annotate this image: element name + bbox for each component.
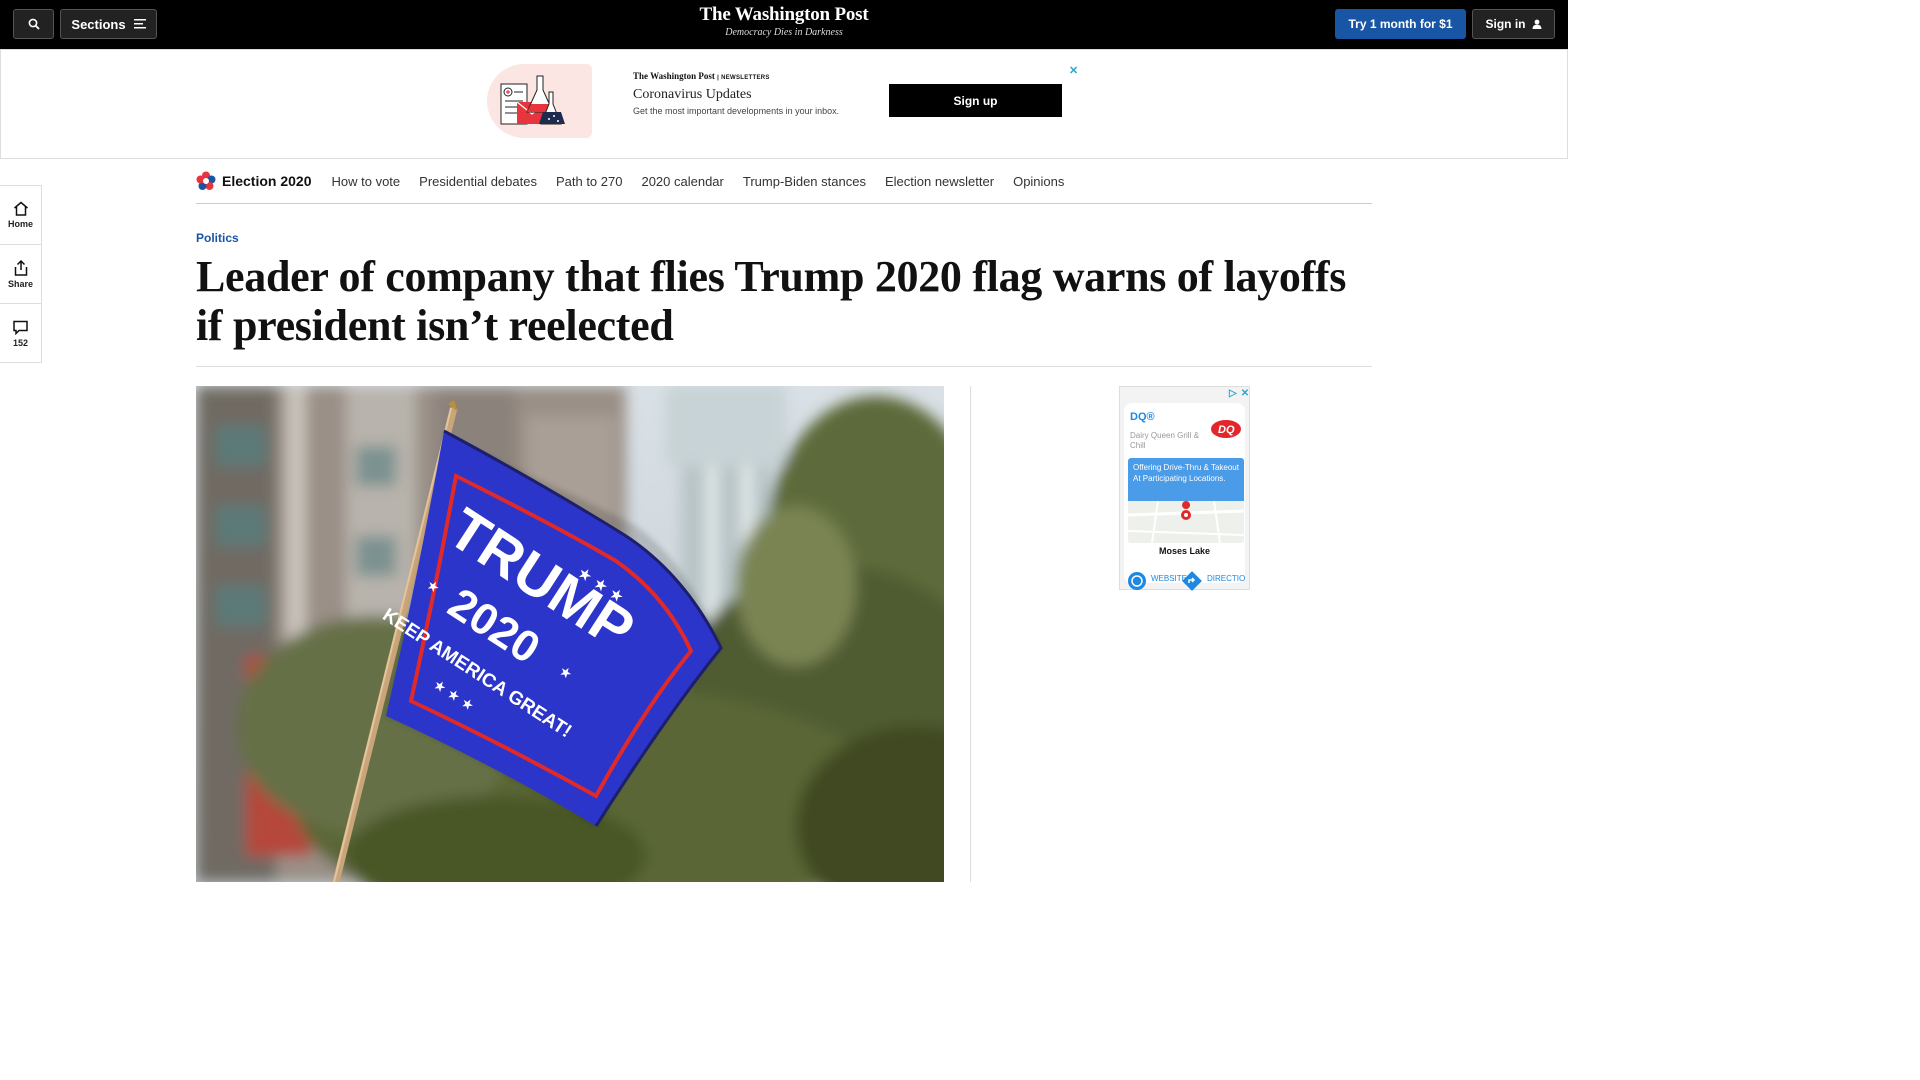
sections-label: Sections <box>71 16 126 32</box>
ad-card: DQ® Dairy Queen Grill & Chill DQ Offerin… <box>1124 403 1245 591</box>
ad-description: Get the most important developments in y… <box>633 106 840 116</box>
subscribe-offer-button[interactable]: Try 1 month for $1 <box>1335 9 1466 39</box>
share-icon <box>14 259 27 276</box>
nav-link-trump-biden-stances[interactable]: Trump-Biden stances <box>743 174 866 189</box>
ad-promo-text: Offering Drive-Thru & Takeout At Partici… <box>1128 458 1244 501</box>
globe-icon[interactable] <box>1127 571 1147 591</box>
headline-divider <box>196 366 1372 367</box>
hamburger-icon <box>133 19 146 29</box>
flag-photo-illustration: TRUMP 2020 KEEP AMERICA GREAT! ★ ★ ★ ★ ★… <box>196 386 944 882</box>
sections-button[interactable]: Sections <box>60 9 157 39</box>
article-headline: Leader of company that flies Trump 2020 … <box>196 252 1347 350</box>
ad-close-icon[interactable]: ✕ <box>1241 388 1249 399</box>
lead-photo[interactable]: TRUMP 2020 KEEP AMERICA GREAT! ★ ★ ★ ★ ★… <box>196 386 944 882</box>
site-logo: The Washington Post <box>699 4 869 25</box>
sign-in-button[interactable]: Sign in <box>1472 9 1555 39</box>
ad-actions: WEBSITE DIRECTIONS <box>1124 569 1245 595</box>
election-star-icon <box>196 171 216 190</box>
search-button[interactable] <box>13 9 54 39</box>
share-label: Share <box>7 278 33 289</box>
nav-link-opinions[interactable]: Opinions <box>1013 174 1064 189</box>
share-button[interactable]: Share <box>0 245 41 304</box>
ad-brand-sub: NEWSLETTERS <box>721 75 770 81</box>
ad-brand-dq: DQ® <box>1130 411 1155 423</box>
article-action-rail: Home Share 152 <box>0 185 42 363</box>
user-icon <box>1532 19 1541 29</box>
election-nav-title: Election 2020 <box>222 173 312 189</box>
election-2020-home-link[interactable]: Election 2020 <box>196 171 312 191</box>
comment-icon <box>13 320 28 335</box>
adchoices-icon[interactable]: ▷ <box>1229 388 1237 399</box>
dq-logo-icon: DQ <box>1211 420 1241 438</box>
nav-link-2020-calendar[interactable]: 2020 calendar <box>641 174 723 189</box>
directions-icon[interactable] <box>1182 571 1202 591</box>
ad-title: Coronavirus Updates <box>633 87 752 102</box>
ad-controls: ▷ ✕ <box>1229 388 1249 399</box>
election-subnav: Election 2020 How to vote Presidential d… <box>196 159 1372 204</box>
ad-city: Moses Lake <box>1158 546 1211 556</box>
home-label: Home <box>7 219 33 229</box>
ad-illustration <box>487 64 592 138</box>
search-icon <box>28 18 40 30</box>
svg-text:DQ: DQ <box>1218 424 1235 436</box>
ad-subtitle: Dairy Queen Grill & Chill <box>1130 431 1199 450</box>
sidebar-ad[interactable]: DQ® Dairy Queen Grill & Chill DQ Offerin… <box>1119 386 1250 591</box>
ad-close-icon[interactable]: ✕ <box>1069 64 1078 77</box>
top-nav-bar: Sections The Washington Post Democracy D… <box>0 0 1568 49</box>
column-divider <box>970 386 971 882</box>
ad-brand: The Washington Post | NEWSLETTERS <box>633 71 770 81</box>
newsletter-signup-button[interactable]: Sign up <box>889 84 1062 117</box>
comments-count: 152 <box>12 337 29 348</box>
article-kicker[interactable]: Politics <box>196 231 239 245</box>
ad-brand-name: The Washington Post <box>633 71 715 81</box>
comments-button[interactable]: 152 <box>0 304 41 363</box>
home-icon <box>13 201 28 216</box>
nav-link-how-to-vote[interactable]: How to vote <box>332 174 401 189</box>
newsletter-ad-banner: The Washington Post | NEWSLETTERS Corona… <box>0 49 1568 159</box>
sign-in-label: Sign in <box>1485 17 1526 31</box>
nav-link-presidential-debates[interactable]: Presidential debates <box>419 174 537 189</box>
ad-map[interactable] <box>1128 501 1244 543</box>
masthead-logo[interactable]: The Washington Post Democracy Dies in Da… <box>684 4 884 38</box>
nav-link-election-newsletter[interactable]: Election newsletter <box>885 174 994 189</box>
nav-link-path-to-270[interactable]: Path to 270 <box>556 174 623 189</box>
site-tagline: Democracy Dies in Darkness <box>725 27 843 38</box>
ad-directions-link[interactable]: DIRECTIONS <box>1207 574 1245 583</box>
home-button[interactable]: Home <box>0 186 41 245</box>
